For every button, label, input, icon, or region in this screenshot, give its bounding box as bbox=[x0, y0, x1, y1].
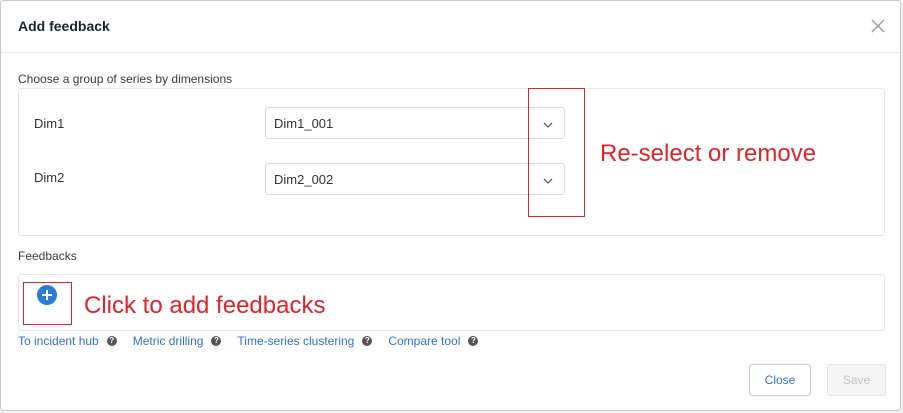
feedbacks-section-label: Feedbacks bbox=[18, 249, 77, 263]
annotation-box-add bbox=[23, 282, 72, 325]
dim1-select-value: Dim1_001 bbox=[274, 116, 334, 131]
dim2-label: Dim2 bbox=[34, 170, 65, 185]
dim1-label: Dim1 bbox=[34, 116, 65, 131]
link-time-series-clustering[interactable]: Time-series clustering bbox=[237, 334, 354, 348]
annotation-box-chevrons bbox=[528, 88, 585, 217]
dimensions-section-label: Choose a group of series by dimensions bbox=[18, 72, 233, 86]
dim2-select[interactable]: Dim2_002 bbox=[265, 163, 565, 195]
dialog-title: Add feedback bbox=[18, 18, 110, 34]
question-circle-icon[interactable]: ? bbox=[106, 336, 117, 346]
question-circle-icon[interactable]: ? bbox=[468, 336, 479, 346]
dim2-select-value: Dim2_002 bbox=[274, 172, 334, 187]
tool-links: To incident hub ? Metric drilling ? Time… bbox=[18, 334, 494, 348]
add-feedback-dialog: Add feedback Choose a group of series by… bbox=[0, 0, 901, 411]
close-button[interactable]: Close bbox=[749, 364, 811, 396]
link-metric-drilling[interactable]: Metric drilling bbox=[133, 334, 204, 348]
question-circle-icon[interactable]: ? bbox=[362, 336, 373, 346]
dialog-header: Add feedback bbox=[1, 1, 900, 53]
question-circle-icon[interactable]: ? bbox=[211, 336, 222, 346]
link-compare-tool[interactable]: Compare tool bbox=[388, 334, 460, 348]
annotation-add-text: Click to add feedbacks bbox=[84, 292, 326, 319]
dim1-select[interactable]: Dim1_001 bbox=[265, 107, 565, 139]
link-incident-hub[interactable]: To incident hub bbox=[18, 334, 99, 348]
close-icon[interactable] bbox=[870, 18, 886, 34]
annotation-reselect-text: Re-select or remove bbox=[600, 140, 817, 167]
save-button[interactable]: Save bbox=[827, 364, 886, 396]
